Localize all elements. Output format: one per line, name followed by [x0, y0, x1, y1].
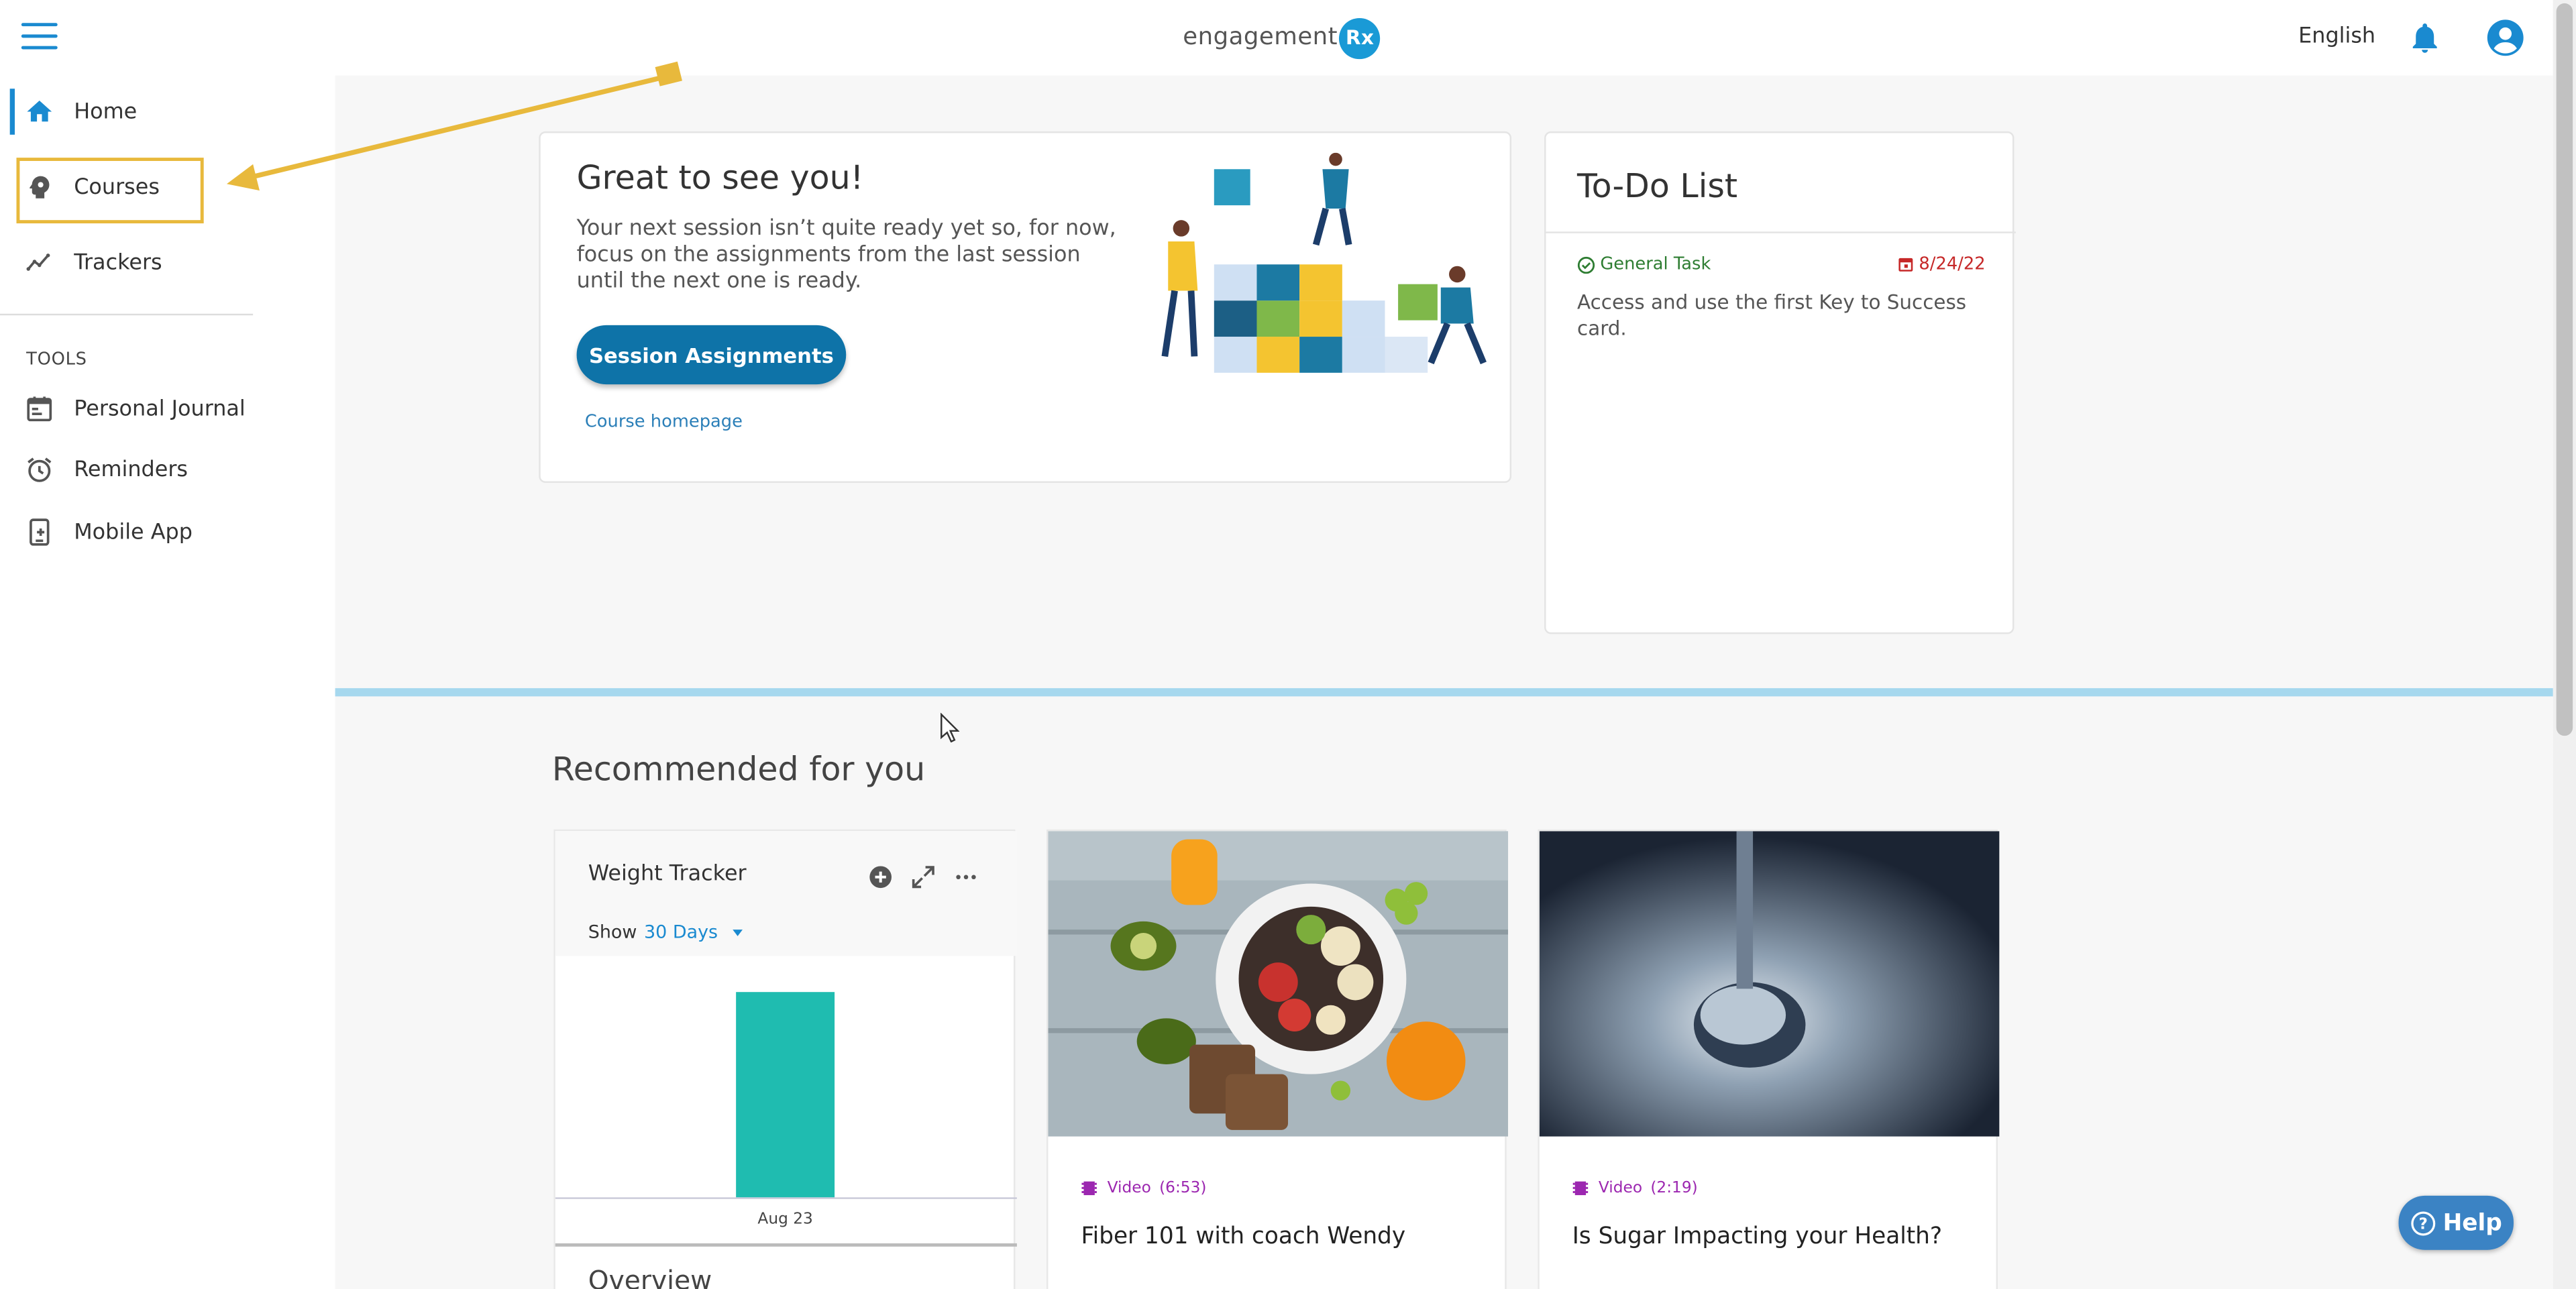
sidebar-item-reminders[interactable]: Reminders	[0, 440, 335, 499]
top-header: engagement Rx English	[0, 0, 2576, 76]
caret-down-icon	[733, 930, 744, 936]
trackers-icon	[26, 254, 50, 271]
task-due-date: 8/24/22	[1898, 255, 1986, 274]
overview-heading: Overview	[588, 1264, 712, 1289]
tools-heading: TOOLS	[26, 349, 87, 370]
media-duration: (2:19)	[1650, 1179, 1698, 1198]
media-title[interactable]: Is Sugar Impacting your Health?	[1572, 1224, 1942, 1250]
x-tick-label: Aug 23	[757, 1210, 812, 1228]
page-scrollbar[interactable]	[2553, 0, 2576, 1289]
weight-tracker-card: Weight Tracker Show 30 Days Aug 23 Overv…	[553, 829, 1017, 1289]
film-icon	[1572, 1181, 1589, 1196]
session-assignments-button[interactable]: Session Assignments	[576, 325, 847, 385]
sidebar-item-label: Home	[74, 99, 138, 124]
help-icon: ?	[2411, 1211, 2436, 1235]
logo-badge: Rx	[1339, 17, 1381, 58]
sugar-video-thumbnail[interactable]	[1539, 831, 2000, 1137]
overview-divider	[555, 1243, 1017, 1247]
sidebar-item-label: Mobile App	[74, 520, 193, 545]
section-separator	[335, 688, 2553, 697]
chart-bar[interactable]	[736, 992, 835, 1198]
tracker-title: Weight Tracker	[588, 862, 747, 887]
media-card-sugar[interactable]: Video (2:19) Is Sugar Impacting your Hea…	[1538, 829, 2000, 1289]
range-value: 30 Days	[644, 921, 718, 943]
scrollbar-thumb[interactable]	[2556, 3, 2573, 736]
welcome-card: Great to see you! Your next session isn’…	[539, 131, 1512, 484]
language-selector[interactable]: English	[2298, 25, 2375, 50]
tracker-header: Weight Tracker Show 30 Days	[555, 831, 1017, 956]
account-icon[interactable]	[2485, 18, 2525, 58]
media-meta: Video (2:19)	[1572, 1179, 1698, 1197]
sidebar-item-label: Reminders	[74, 457, 189, 482]
sidebar-item-personal-journal[interactable]: Personal Journal	[0, 380, 335, 439]
todo-divider	[1546, 231, 2016, 233]
alarm-clock-icon	[28, 457, 52, 482]
mouse-cursor	[941, 712, 960, 742]
todo-title: To-Do List	[1577, 166, 1738, 206]
expand-icon[interactable]	[910, 864, 936, 890]
sidebar-item-label: Trackers	[74, 250, 162, 276]
media-card-fiber[interactable]: Video (6:53) Fiber 101 with coach Wendy	[1046, 829, 1509, 1289]
weight-bar-chart: Aug 23	[555, 992, 1017, 1228]
media-title[interactable]: Fiber 101 with coach Wendy	[1081, 1224, 1405, 1250]
recommended-heading: Recommended for you	[551, 748, 926, 789]
range-dropdown[interactable]: 30 Days	[644, 921, 744, 943]
task-date-label: 8/24/22	[1919, 254, 1986, 274]
add-circle-icon[interactable]	[867, 864, 894, 890]
task-description[interactable]: Access and use the first Key to Success …	[1577, 289, 1988, 341]
sidebar-item-home[interactable]: Home	[0, 82, 335, 141]
sidebar-item-label: Personal Journal	[74, 396, 246, 422]
media-type: Video	[1598, 1179, 1643, 1198]
courses-icon	[30, 176, 50, 199]
sidebar-item-mobile-app[interactable]: Mobile App	[0, 502, 335, 561]
journal-icon	[27, 396, 52, 422]
media-duration: (6:53)	[1159, 1179, 1207, 1198]
show-label: Show	[588, 921, 637, 943]
task-tag[interactable]: General Task	[1577, 255, 1711, 274]
sugar-spoon-photo	[1539, 831, 2000, 1137]
sidebar-item-trackers[interactable]: Trackers	[0, 233, 335, 292]
food-photo	[1048, 831, 1509, 1137]
media-type: Video	[1107, 1179, 1151, 1198]
sidebar: Home Courses Trackers TOOLS Personal Jou…	[0, 75, 335, 1289]
film-icon	[1081, 1181, 1097, 1196]
sidebar-item-courses[interactable]: Courses	[0, 158, 335, 217]
help-button[interactable]: ? Help	[2398, 1195, 2514, 1250]
svg-text:?: ?	[2419, 1215, 2428, 1232]
home-icon	[27, 101, 52, 122]
more-options-icon[interactable]	[953, 864, 979, 890]
calendar-icon	[1898, 258, 1913, 272]
media-meta: Video (6:53)	[1081, 1179, 1206, 1197]
bell-icon[interactable]	[2407, 19, 2443, 56]
mobile-app-icon	[30, 518, 50, 546]
course-homepage-link[interactable]: Course homepage	[585, 412, 743, 432]
todo-card: To-Do List General Task 8/24/22 Access a…	[1544, 131, 2016, 634]
puzzle-team-illustration	[1161, 152, 1487, 373]
help-label: Help	[2443, 1209, 2502, 1236]
sidebar-item-label: Courses	[74, 174, 160, 200]
menu-icon[interactable]	[21, 23, 58, 52]
welcome-title: Great to see you!	[576, 158, 864, 197]
welcome-text: Your next session isn’t quite ready yet …	[576, 217, 1116, 294]
fiber-video-thumbnail[interactable]	[1048, 831, 1509, 1137]
task-tag-label: General Task	[1600, 254, 1711, 274]
app-logo[interactable]: engagement Rx	[1183, 16, 1381, 59]
check-circle-icon	[1577, 256, 1595, 273]
logo-text: engagement	[1183, 24, 1338, 51]
sidebar-divider	[0, 313, 254, 316]
